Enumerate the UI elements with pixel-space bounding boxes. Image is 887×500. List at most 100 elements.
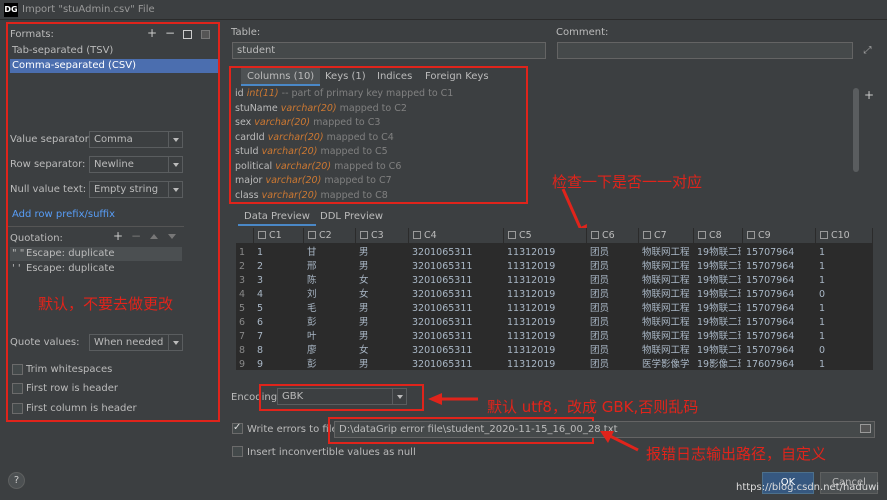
column-row[interactable]: class varchar(20) mapped to C8 <box>235 189 388 204</box>
tab-ddl-preview[interactable]: DDL Preview <box>314 208 389 226</box>
save-icon[interactable] <box>201 30 210 39</box>
grid-cell[interactable]: 9 <box>257 358 302 370</box>
grid-cell[interactable]: 邢 <box>307 260 354 274</box>
grid-cell[interactable]: 6 <box>257 316 302 330</box>
grid-cell[interactable]: 叶 <box>307 330 354 344</box>
grid-column-header[interactable]: C9 <box>743 228 816 243</box>
grid-cell[interactable]: 3201065311 <box>412 260 502 274</box>
grid-column-header[interactable]: C5 <box>504 228 587 243</box>
insert-inconvertible-checkbox[interactable] <box>232 446 243 457</box>
grid-cell[interactable]: 物联网工程 <box>642 316 692 330</box>
grid-cell[interactable]: 女 <box>359 344 407 358</box>
grid-cell[interactable]: 11312019 <box>507 302 585 316</box>
grid-cell[interactable]: 1 <box>819 302 871 316</box>
grid-cell[interactable]: 团员 <box>590 246 637 260</box>
grid-cell[interactable]: 团员 <box>590 302 637 316</box>
grid-cell[interactable]: 团员 <box>590 260 637 274</box>
grid-cell[interactable]: 19物联二班 <box>697 274 741 288</box>
grid-cell[interactable]: 物联网工程 <box>642 330 692 344</box>
grid-cell[interactable]: 19物联二班 <box>697 316 741 330</box>
grid-cell[interactable]: 毛 <box>307 302 354 316</box>
grid-cell[interactable]: 15707964 <box>746 302 814 316</box>
grid-column-header[interactable]: C4 <box>409 228 504 243</box>
grid-cell[interactable]: 女 <box>359 274 407 288</box>
grid-cell[interactable]: 3201065311 <box>412 358 502 370</box>
grid-cell[interactable]: 3 <box>257 274 302 288</box>
quotation-row[interactable]: " " Escape: duplicate <box>10 247 182 261</box>
remove-icon[interactable]: − <box>165 26 175 40</box>
grid-cell[interactable]: 11312019 <box>507 358 585 370</box>
grid-cell[interactable]: 男 <box>359 330 407 344</box>
grid-cell[interactable]: 19物联二班 <box>697 260 741 274</box>
grid-cell[interactable]: 男 <box>359 246 407 260</box>
add-row-prefix-link[interactable]: Add row prefix/suffix <box>12 209 115 220</box>
grid-cell[interactable]: 11312019 <box>507 288 585 302</box>
grid-cell[interactable]: 女 <box>359 288 407 302</box>
grid-cell[interactable]: 陈 <box>307 274 354 288</box>
column-row[interactable]: stuName varchar(20) mapped to C2 <box>235 102 407 117</box>
copy-icon[interactable] <box>183 30 192 39</box>
add-icon[interactable]: + <box>113 229 123 243</box>
grid-cell[interactable]: 7 <box>257 330 302 344</box>
grid-column-header[interactable]: C6 <box>587 228 639 243</box>
grid-cell[interactable]: 彭 <box>307 316 354 330</box>
grid-cell[interactable]: 11312019 <box>507 260 585 274</box>
grid-cell[interactable]: 物联网工程 <box>642 260 692 274</box>
tab-foreign-keys[interactable]: Foreign Keys <box>419 68 495 86</box>
column-row[interactable]: political varchar(20) mapped to C6 <box>235 160 401 175</box>
format-item-tsv[interactable]: Tab-separated (TSV) <box>10 44 218 58</box>
help-button[interactable]: ? <box>8 472 25 489</box>
grid-cell[interactable]: 15707964 <box>746 260 814 274</box>
grid-cell[interactable]: 17607964 <box>746 358 814 370</box>
grid-cell[interactable]: 3201065311 <box>412 330 502 344</box>
grid-cell[interactable]: 男 <box>359 302 407 316</box>
tab-data-preview[interactable]: Data Preview <box>238 208 316 226</box>
column-row[interactable]: sex varchar(20) mapped to C3 <box>235 116 380 131</box>
grid-cell[interactable]: 0 <box>819 344 871 358</box>
grid-cell[interactable]: 5 <box>257 302 302 316</box>
grid-cell[interactable]: 团员 <box>590 358 637 370</box>
tab-columns[interactable]: Columns (10) <box>241 68 321 86</box>
grid-cell[interactable]: 物联网工程 <box>642 288 692 302</box>
grid-cell[interactable]: 19影像二班 <box>697 358 741 370</box>
grid-cell[interactable]: 11312019 <box>507 330 585 344</box>
expand-icon[interactable]: ⤢ <box>860 43 875 58</box>
grid-cell[interactable]: 3201065311 <box>412 344 502 358</box>
grid-cell[interactable]: 0 <box>819 288 871 302</box>
grid-cell[interactable]: 彭 <box>307 358 354 370</box>
table-name-input[interactable]: student <box>232 42 546 59</box>
quotation-row[interactable]: ' ' Escape: duplicate <box>10 262 182 276</box>
folder-icon[interactable] <box>860 424 871 433</box>
grid-cell[interactable]: 男 <box>359 358 407 370</box>
grid-cell[interactable]: 医学影像学 <box>642 358 692 370</box>
grid-cell[interactable]: 3201065311 <box>412 274 502 288</box>
grid-cell[interactable]: 物联网工程 <box>642 344 692 358</box>
grid-cell[interactable]: 15707964 <box>746 288 814 302</box>
grid-cell[interactable]: 19物联二班 <box>697 246 741 260</box>
null-value-select[interactable]: Empty string <box>89 181 183 198</box>
trim-whitespaces-checkbox[interactable] <box>12 364 23 375</box>
grid-cell[interactable]: 团员 <box>590 288 637 302</box>
grid-cell[interactable]: 19物联二班 <box>697 330 741 344</box>
grid-cell[interactable]: 男 <box>359 260 407 274</box>
row-separator-select[interactable]: Newline <box>89 156 183 173</box>
grid-cell[interactable]: 物联网工程 <box>642 246 692 260</box>
grid-cell[interactable]: 1 <box>819 274 871 288</box>
grid-cell[interactable]: 19物联二班 <box>697 288 741 302</box>
grid-cell[interactable]: 男 <box>359 316 407 330</box>
grid-column-header[interactable]: C7 <box>639 228 694 243</box>
grid-cell[interactable]: 3201065311 <box>412 246 502 260</box>
columns-scrollbar[interactable] <box>853 88 859 172</box>
column-row[interactable]: id int(11) -- part of primary key mapped… <box>235 87 453 102</box>
grid-cell[interactable]: 11312019 <box>507 344 585 358</box>
add-column-icon[interactable]: + <box>864 88 874 102</box>
first-row-header-checkbox[interactable] <box>12 383 23 394</box>
grid-column-header[interactable]: C10 <box>816 228 873 243</box>
grid-cell[interactable]: 15707964 <box>746 246 814 260</box>
grid-cell[interactable]: 团员 <box>590 274 637 288</box>
grid-cell[interactable]: 物联网工程 <box>642 302 692 316</box>
grid-cell[interactable]: 物联网工程 <box>642 274 692 288</box>
grid-cell[interactable]: 3201065311 <box>412 316 502 330</box>
grid-cell[interactable]: 3201065311 <box>412 302 502 316</box>
grid-cell[interactable]: 1 <box>819 260 871 274</box>
